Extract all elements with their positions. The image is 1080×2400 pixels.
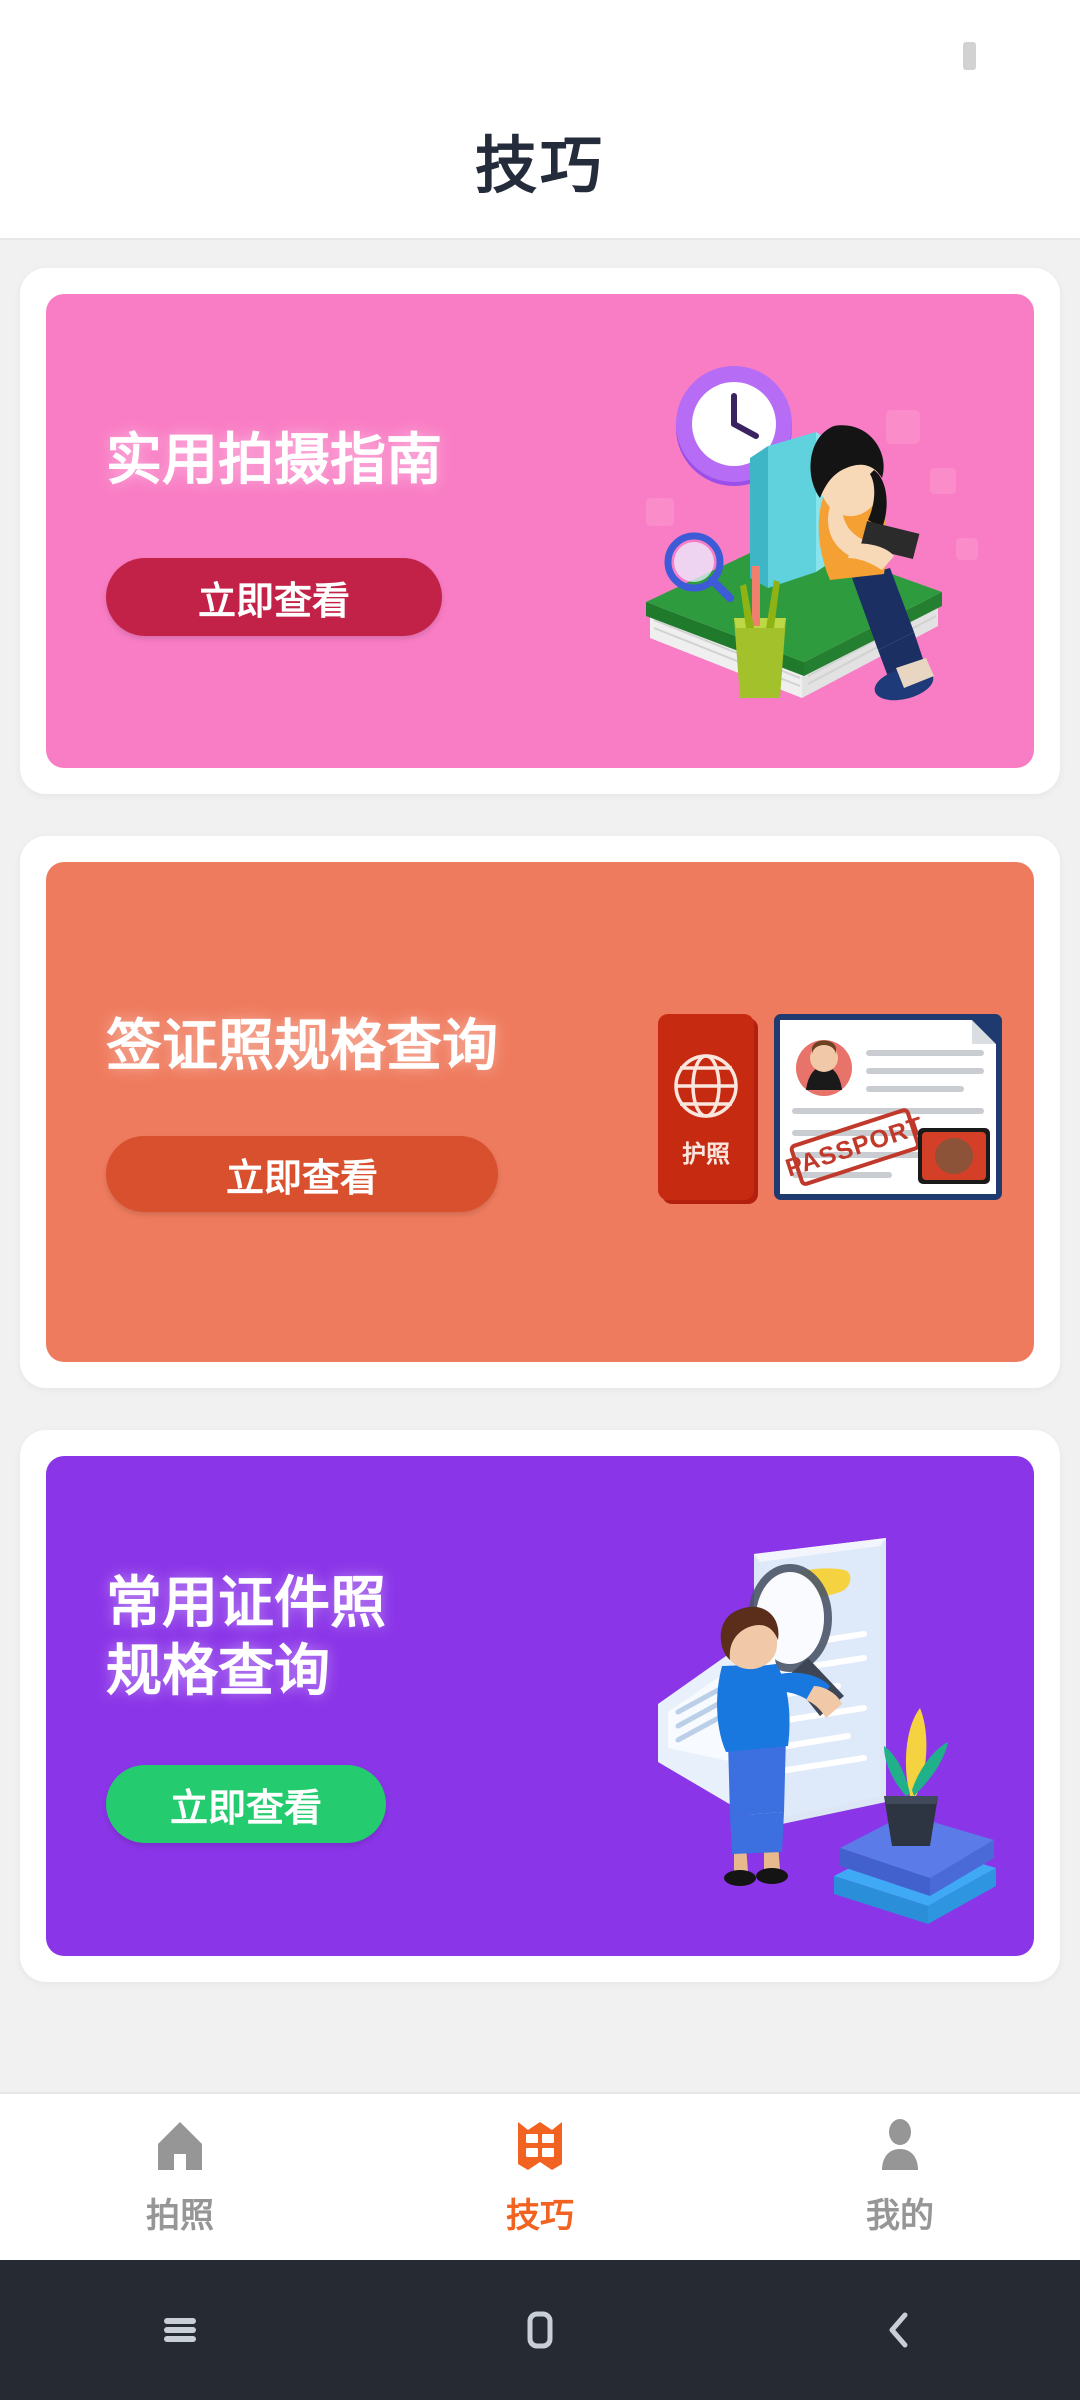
card-title: 实用拍摄指南 [106, 427, 442, 491]
android-nav-bar [0, 2260, 1080, 2400]
home-button[interactable] [465, 2280, 615, 2380]
menu-icon [164, 2318, 196, 2342]
banner-salmon[interactable]: 签证照规格查询 立即查看 护照 PASSPORT [46, 862, 1034, 1362]
book-icon [518, 2121, 562, 2170]
banner-text-group: 实用拍摄指南 立即查看 [46, 426, 442, 637]
home-icon [158, 2121, 202, 2170]
banner-text-group: 签证照规格查询 立即查看 [46, 1012, 498, 1213]
tab-label: 拍照 [146, 2196, 214, 2235]
tab-mine[interactable]: 我的 [720, 2094, 1080, 2260]
view-now-button[interactable]: 立即查看 [106, 558, 442, 637]
banner-pink[interactable]: 实用拍摄指南 立即查看 [46, 294, 1034, 768]
card-visa-photo-spec-lookup[interactable]: 签证照规格查询 立即查看 护照 PASSPORT [20, 836, 1060, 1388]
tab-tips[interactable]: 技巧 [360, 2094, 720, 2260]
tab-label: 我的 [866, 2196, 934, 2235]
home-square-icon [527, 2311, 553, 2349]
banner-text-group: 常用证件照 规格查询 立即查看 [46, 1569, 386, 1844]
view-now-button[interactable]: 立即查看 [106, 1765, 386, 1844]
woman-inspecting-document-illustration [658, 1538, 996, 1924]
card-common-id-photo-spec-lookup[interactable]: 常用证件照 规格查询 立即查看 [20, 1430, 1060, 1982]
page-header: 技巧 [0, 82, 1080, 240]
card-practical-shooting-guide[interactable]: 实用拍摄指南 立即查看 [20, 268, 1060, 794]
tab-photo[interactable]: 拍照 [0, 2094, 360, 2260]
bottom-tab-bar: 拍照 技巧 我的 [0, 2092, 1080, 2260]
view-now-button[interactable]: 立即查看 [106, 1136, 498, 1213]
page-title: 技巧 [474, 132, 605, 201]
app-screen: 技巧 实用拍摄指南 立即查看 签证照规格查询 立即查看 护照 PASSPORT … [0, 0, 1080, 2400]
woman-reading-on-books-illustration [646, 366, 978, 701]
tab-label: 技巧 [506, 2196, 574, 2235]
recents-button[interactable] [105, 2280, 255, 2380]
chevron-left-icon [889, 2312, 908, 2348]
card-title: 常用证件照 规格查询 [106, 1570, 386, 1702]
card-title: 签证照规格查询 [106, 1013, 498, 1077]
back-button[interactable] [825, 2280, 975, 2380]
status-bar [0, 0, 1080, 82]
passport-label: 护照 [682, 1141, 730, 1168]
battery-icon [963, 42, 976, 70]
card-list: 实用拍摄指南 立即查看 签证照规格查询 立即查看 护照 PASSPORT 常用证… [0, 240, 1080, 2092]
person-icon [882, 2118, 918, 2170]
passport-and-id-document-illustration: 护照 PASSPORT [658, 1014, 1002, 1204]
banner-purple[interactable]: 常用证件照 规格查询 立即查看 [46, 1456, 1034, 1956]
